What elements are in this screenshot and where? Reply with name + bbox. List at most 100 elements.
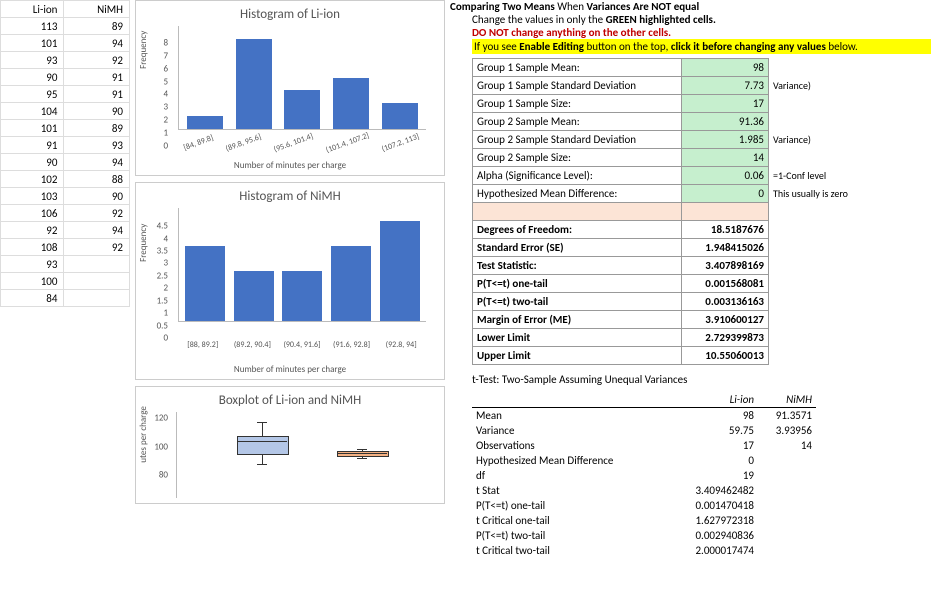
histogram-liion[interactable]: Histogram of Li-ion Frequency 012345678 … bbox=[135, 0, 445, 176]
input-value[interactable]: 91.36 bbox=[682, 113, 769, 131]
data-table[interactable]: Li-ionNiMH 11389101949392909195911049010… bbox=[0, 0, 130, 307]
cell[interactable]: 91 bbox=[1, 137, 64, 154]
data-columns: Li-ionNiMH 11389101949392909195911049010… bbox=[0, 0, 130, 307]
input-value[interactable]: 0 bbox=[682, 185, 769, 203]
x-tick-label: (107.2, 113] bbox=[381, 132, 421, 155]
x-axis-label: Number of minutes per charge bbox=[144, 160, 436, 171]
cell[interactable] bbox=[64, 290, 130, 307]
col-header-b[interactable]: NiMH bbox=[64, 1, 130, 18]
x-axis-label: Number of minutes per charge bbox=[144, 364, 436, 375]
ttest-val: 0 bbox=[670, 453, 758, 468]
cell[interactable]: 90 bbox=[64, 188, 130, 205]
input-label: Group 1 Sample Mean: bbox=[473, 59, 682, 77]
ttest-val bbox=[758, 468, 816, 483]
x-tick-label: (101.4, 107.2] bbox=[325, 131, 371, 156]
input-note bbox=[769, 149, 898, 167]
ttest-label: df bbox=[472, 468, 670, 483]
bar bbox=[185, 246, 225, 321]
cell[interactable]: 91 bbox=[64, 86, 130, 103]
ttest-label: P(T<=t) two-tail bbox=[472, 528, 670, 543]
input-label: Group 1 Sample Standard Deviation bbox=[473, 77, 682, 95]
cell[interactable]: 94 bbox=[64, 35, 130, 52]
y-axis-label: utes per charge bbox=[138, 407, 149, 464]
cell[interactable]: 92 bbox=[64, 205, 130, 222]
bar bbox=[382, 103, 418, 129]
cell[interactable]: 88 bbox=[64, 171, 130, 188]
ttest-val bbox=[758, 483, 816, 498]
bar bbox=[187, 116, 223, 129]
input-label: Group 2 Sample Size: bbox=[473, 149, 682, 167]
output-value: 0.001568081 bbox=[682, 275, 769, 293]
x-tick-label: [84, 89.8] bbox=[183, 133, 216, 153]
cell[interactable]: 90 bbox=[1, 154, 64, 171]
ttest-val bbox=[758, 543, 816, 558]
cell[interactable]: 89 bbox=[64, 120, 130, 137]
input-note bbox=[769, 95, 898, 113]
cell[interactable]: 91 bbox=[64, 69, 130, 86]
input-note: =1-Conf level bbox=[769, 167, 898, 185]
x-tick-label: (90.4, 91.6] bbox=[281, 340, 323, 350]
input-label: Hypothesized Mean Difference: bbox=[473, 185, 682, 203]
cell[interactable]: 90 bbox=[1, 69, 64, 86]
cell[interactable]: 92 bbox=[64, 52, 130, 69]
cell[interactable]: 84 bbox=[1, 290, 64, 307]
cell[interactable]: 93 bbox=[1, 256, 64, 273]
ttest-label: t Stat bbox=[472, 483, 670, 498]
bar bbox=[284, 90, 320, 129]
input-label: Group 2 Sample Mean: bbox=[473, 113, 682, 131]
ttest-val: 59.75 bbox=[670, 423, 758, 438]
input-value[interactable]: 1.985 bbox=[682, 131, 769, 149]
input-value[interactable]: 0.06 bbox=[682, 167, 769, 185]
cell[interactable]: 101 bbox=[1, 120, 64, 137]
input-value[interactable]: 7.73 bbox=[682, 77, 769, 95]
cell[interactable]: 113 bbox=[1, 18, 64, 35]
x-tick-label: (91.6, 92.8] bbox=[331, 340, 373, 350]
cell[interactable]: 103 bbox=[1, 188, 64, 205]
warning-line: DO NOT change anything on the other cell… bbox=[450, 26, 931, 39]
histogram-nimh[interactable]: Histogram of NiMH Frequency 00.511.522.5… bbox=[135, 182, 445, 380]
cell[interactable] bbox=[64, 273, 130, 290]
bar bbox=[333, 78, 369, 130]
cell[interactable]: 90 bbox=[64, 103, 130, 120]
cell[interactable]: 93 bbox=[64, 137, 130, 154]
input-value[interactable]: 14 bbox=[682, 149, 769, 167]
cell[interactable]: 94 bbox=[64, 222, 130, 239]
input-note: Variance) bbox=[769, 77, 898, 95]
ttest-val: 2.000017474 bbox=[670, 543, 758, 558]
cell[interactable]: 93 bbox=[1, 52, 64, 69]
boxplot[interactable]: Boxplot of Li-ion and NiMH utes per char… bbox=[135, 386, 445, 504]
output-value: 0.003136163 bbox=[682, 293, 769, 311]
ttest-val: 19 bbox=[670, 468, 758, 483]
input-note bbox=[769, 59, 898, 77]
instruction-line: Change the values in only the GREEN high… bbox=[450, 13, 931, 26]
cell[interactable]: 95 bbox=[1, 86, 64, 103]
cell[interactable] bbox=[64, 256, 130, 273]
enable-editing-notice: If you see Enable Editing button on the … bbox=[472, 39, 931, 54]
x-tick-label: (95.6, 101.4] bbox=[273, 131, 315, 154]
input-value[interactable]: 98 bbox=[682, 59, 769, 77]
ttest-label: t Critical two-tail bbox=[472, 543, 670, 558]
x-tick-label: (92.8, 94] bbox=[380, 340, 422, 350]
cell[interactable]: 100 bbox=[1, 273, 64, 290]
col-header-a[interactable]: Li-ion bbox=[1, 1, 64, 18]
bar bbox=[236, 39, 272, 129]
input-label: Alpha (Significance Level): bbox=[473, 167, 682, 185]
cell[interactable]: 101 bbox=[1, 35, 64, 52]
cell[interactable]: 106 bbox=[1, 205, 64, 222]
cell[interactable]: 92 bbox=[1, 222, 64, 239]
ttest-val: 3.409462482 bbox=[670, 483, 758, 498]
cell[interactable]: 94 bbox=[64, 154, 130, 171]
input-value[interactable]: 17 bbox=[682, 95, 769, 113]
charts-column: Histogram of Li-ion Frequency 012345678 … bbox=[135, 0, 445, 510]
panel-title: Comparing Two Means When Variances Are N… bbox=[450, 0, 931, 13]
ttest-title: t-Test: Two-Sample Assuming Unequal Vari… bbox=[472, 373, 931, 386]
cell[interactable]: 104 bbox=[1, 103, 64, 120]
cell[interactable]: 89 bbox=[64, 18, 130, 35]
ttest-val: 0.002940836 bbox=[670, 528, 758, 543]
ttest-val: 14 bbox=[758, 438, 816, 453]
input-note: Variance) bbox=[769, 131, 898, 149]
cell[interactable]: 108 bbox=[1, 239, 64, 256]
output-value: 3.910600127 bbox=[682, 311, 769, 329]
cell[interactable]: 92 bbox=[64, 239, 130, 256]
cell[interactable]: 102 bbox=[1, 171, 64, 188]
